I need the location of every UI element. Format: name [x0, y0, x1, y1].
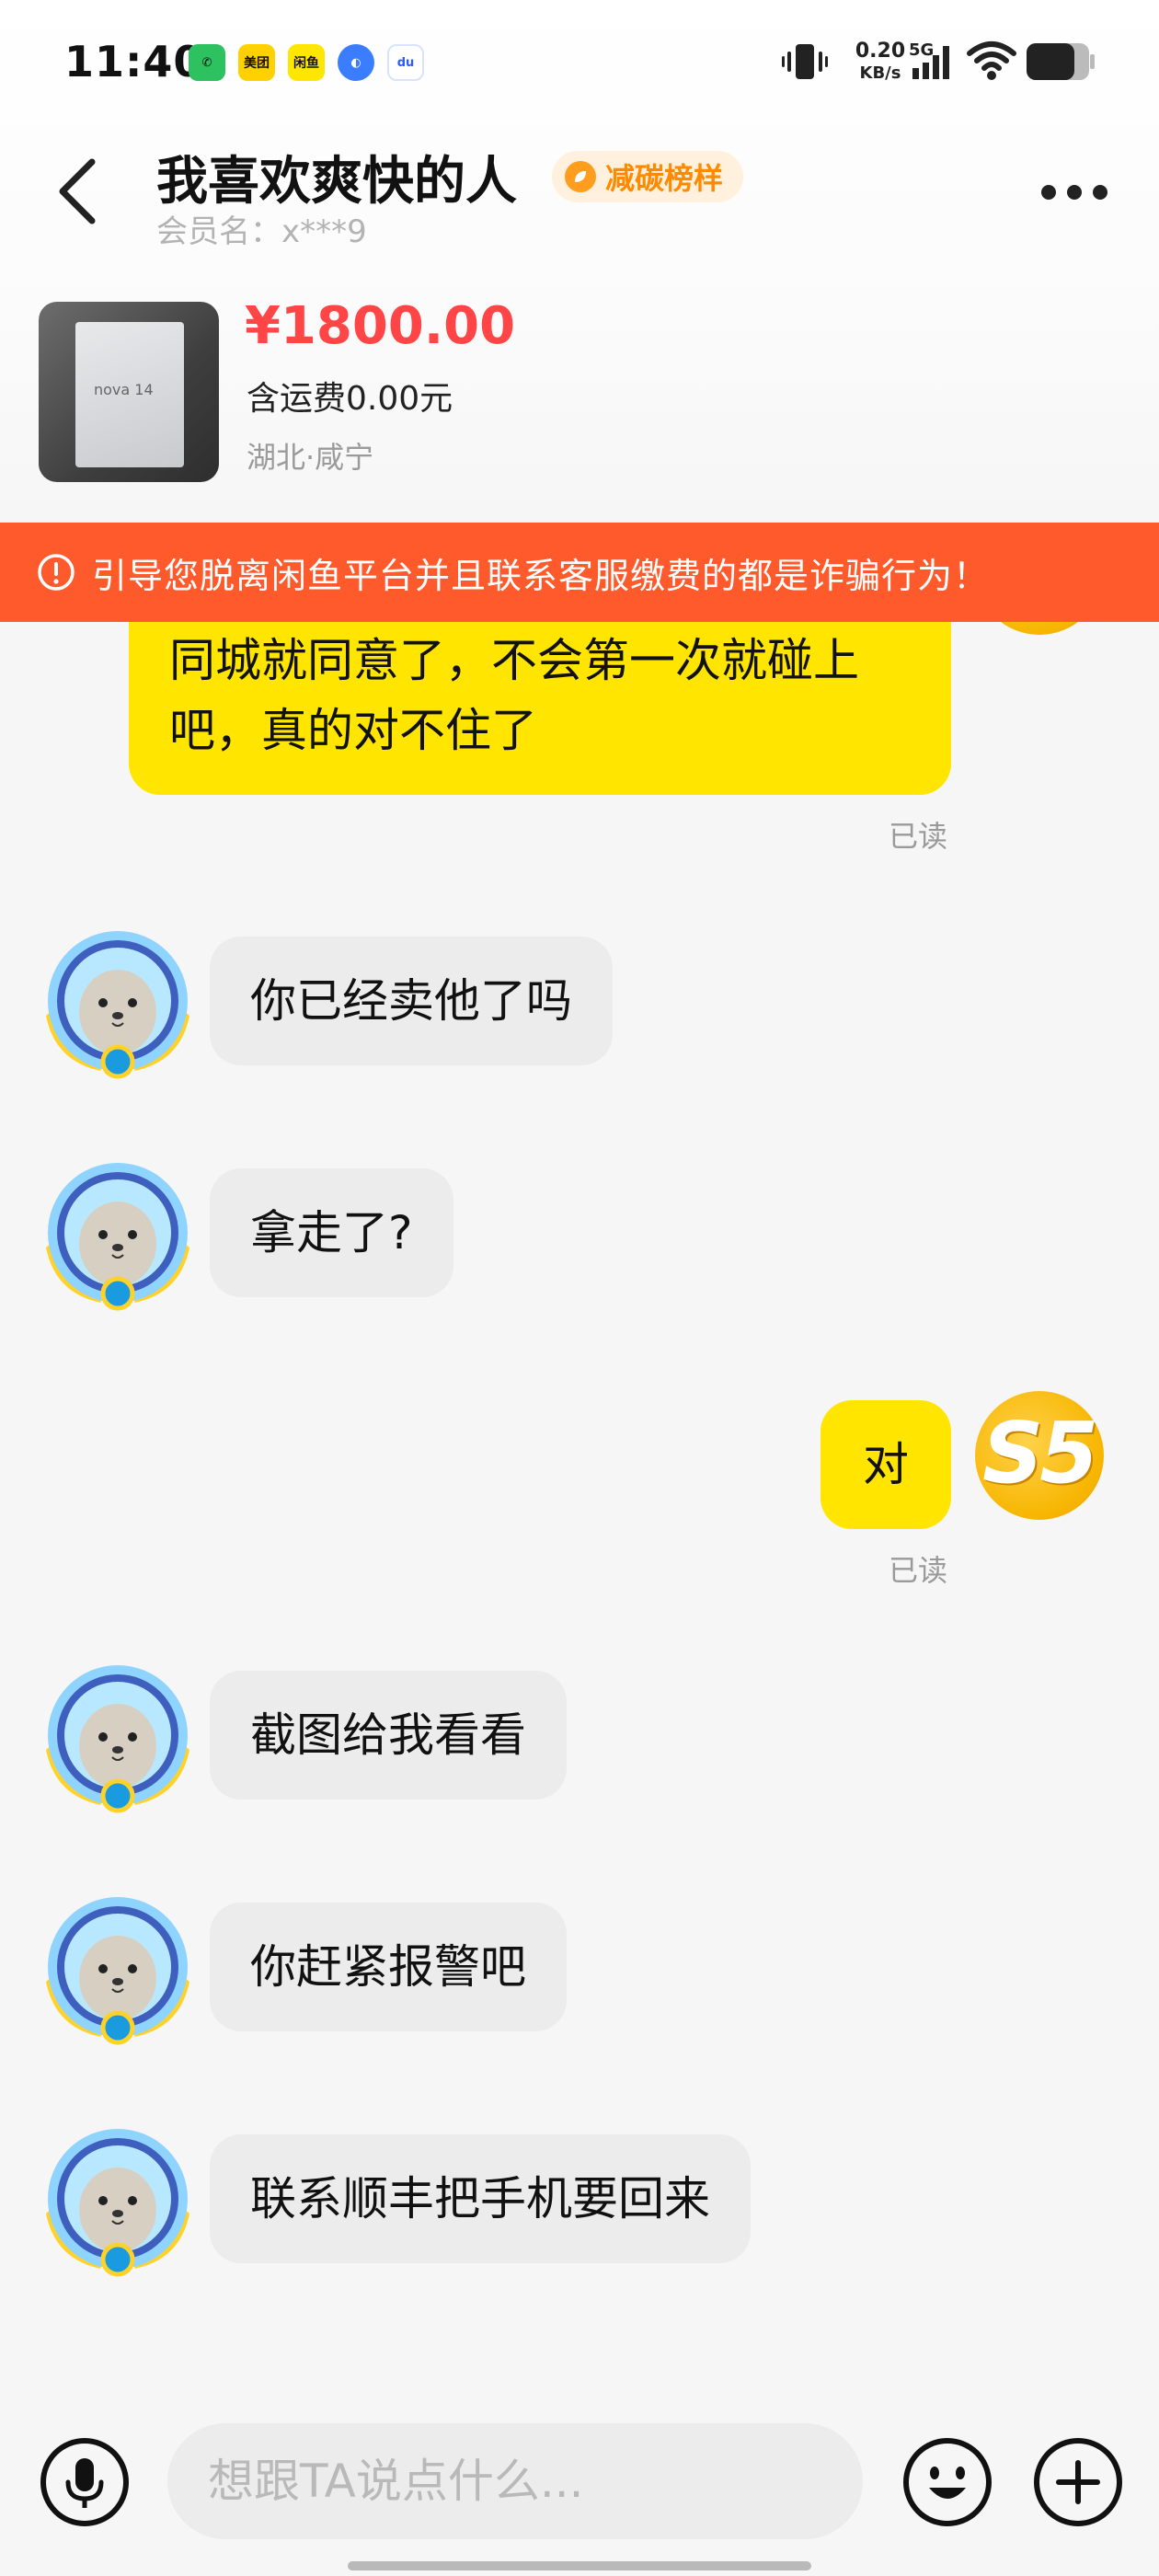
incoming-message-bubble[interactable]: 拿走了? [210, 1168, 453, 1297]
seal-mascot-avatar-icon [46, 1665, 189, 1813]
message-text: 同城就同意了，不会第一次就碰上吧，真的对不住了 [169, 634, 859, 757]
member-name: 会员名：x***9 [156, 213, 367, 250]
cellular-signal-icon: 5G [909, 40, 949, 79]
home-indicator[interactable] [348, 2561, 811, 2570]
message-text: 你已经卖他了吗 [250, 974, 572, 1028]
product-location: 湖北·咸宁 [247, 440, 374, 475]
wechat-notification-icon: ✆ [189, 44, 225, 81]
read-receipt: 已读 [889, 819, 948, 854]
incoming-message-bubble[interactable]: 联系顺丰把手机要回来 [210, 2134, 751, 2263]
network-type-label: 5G [909, 40, 934, 60]
leaf-badge-icon [565, 161, 596, 192]
product-price: ¥1800.00 [245, 296, 516, 356]
warning-circle-icon [38, 554, 75, 591]
product-thumbnail[interactable]: nova 14 [39, 302, 219, 482]
seal-mascot-avatar-icon [46, 2129, 189, 2277]
wifi-icon [967, 41, 1016, 80]
message-input-bar [0, 2392, 1159, 2576]
battery-icon [1027, 43, 1095, 80]
self-avatar[interactable]: S5 [975, 1391, 1104, 1520]
baidu-notification-icon: du [387, 44, 424, 81]
more-options-icon[interactable] [1039, 182, 1109, 202]
status-bar: 11:40 ✆ 美团 闲鱼 ◐ du 0.20 KB/s 5G [0, 0, 1159, 124]
xianyu-notification-icon: 闲鱼 [288, 44, 325, 81]
header-background: 11:40 ✆ 美团 闲鱼 ◐ du 0.20 KB/s 5G 我喜欢爽快的人 … [0, 0, 1159, 523]
browser-notification-icon: ◐ [338, 44, 374, 81]
message-text: 你赶紧报警吧 [250, 1940, 526, 1994]
network-speed-value: 0.20 [855, 40, 906, 63]
phone-box-image: nova 14 [75, 322, 184, 467]
add-icon[interactable] [1032, 2436, 1124, 2528]
other-user-avatar[interactable] [37, 1890, 199, 2052]
badge-label: 减碳榜样 [605, 161, 724, 196]
self-avatar-text: S5 [982, 1404, 1098, 1502]
chat-title: 我喜欢爽快的人 [156, 152, 517, 212]
seal-mascot-avatar-icon [46, 1163, 189, 1311]
read-receipt: 已读 [889, 1553, 948, 1588]
incoming-message-bubble[interactable]: 你已经卖他了吗 [210, 937, 613, 1065]
message-input[interactable] [167, 2423, 863, 2539]
message-text: 联系顺丰把手机要回来 [250, 2172, 710, 2225]
other-user-avatar[interactable] [37, 2122, 199, 2283]
back-arrow-icon[interactable] [57, 158, 98, 224]
warning-text: 引导您脱离闲鱼平台并且联系客服缴费的都是诈骗行为！ [92, 555, 990, 596]
other-user-avatar[interactable] [37, 1658, 199, 1820]
incoming-message-bubble[interactable]: 你赶紧报警吧 [210, 1903, 567, 2031]
microphone-icon[interactable] [39, 2436, 131, 2528]
other-user-avatar[interactable] [37, 1156, 199, 1317]
emoji-icon[interactable] [901, 2436, 993, 2528]
low-carbon-badge[interactable]: 减碳榜样 [552, 151, 744, 202]
message-text: 对 [863, 1438, 909, 1491]
status-clock: 11:40 [64, 37, 204, 86]
fraud-warning-banner: 引导您脱离闲鱼平台并且联系客服缴费的都是诈骗行为！ [0, 523, 1159, 622]
meituan-notification-icon: 美团 [238, 44, 275, 81]
product-shipping: 含运费0.00元 [247, 380, 453, 418]
seal-mascot-avatar-icon [46, 1897, 189, 2045]
outgoing-message-bubble[interactable]: 对 [820, 1400, 951, 1529]
product-box-label: nova 14 [94, 381, 154, 398]
other-user-avatar[interactable] [37, 924, 199, 1086]
vibrate-icon [782, 44, 828, 79]
message-text: 截图给我看看 [250, 1708, 526, 1762]
message-text: 拿走了? [250, 1206, 413, 1259]
incoming-message-bubble[interactable]: 截图给我看看 [210, 1671, 567, 1800]
seal-mascot-avatar-icon [46, 931, 189, 1079]
